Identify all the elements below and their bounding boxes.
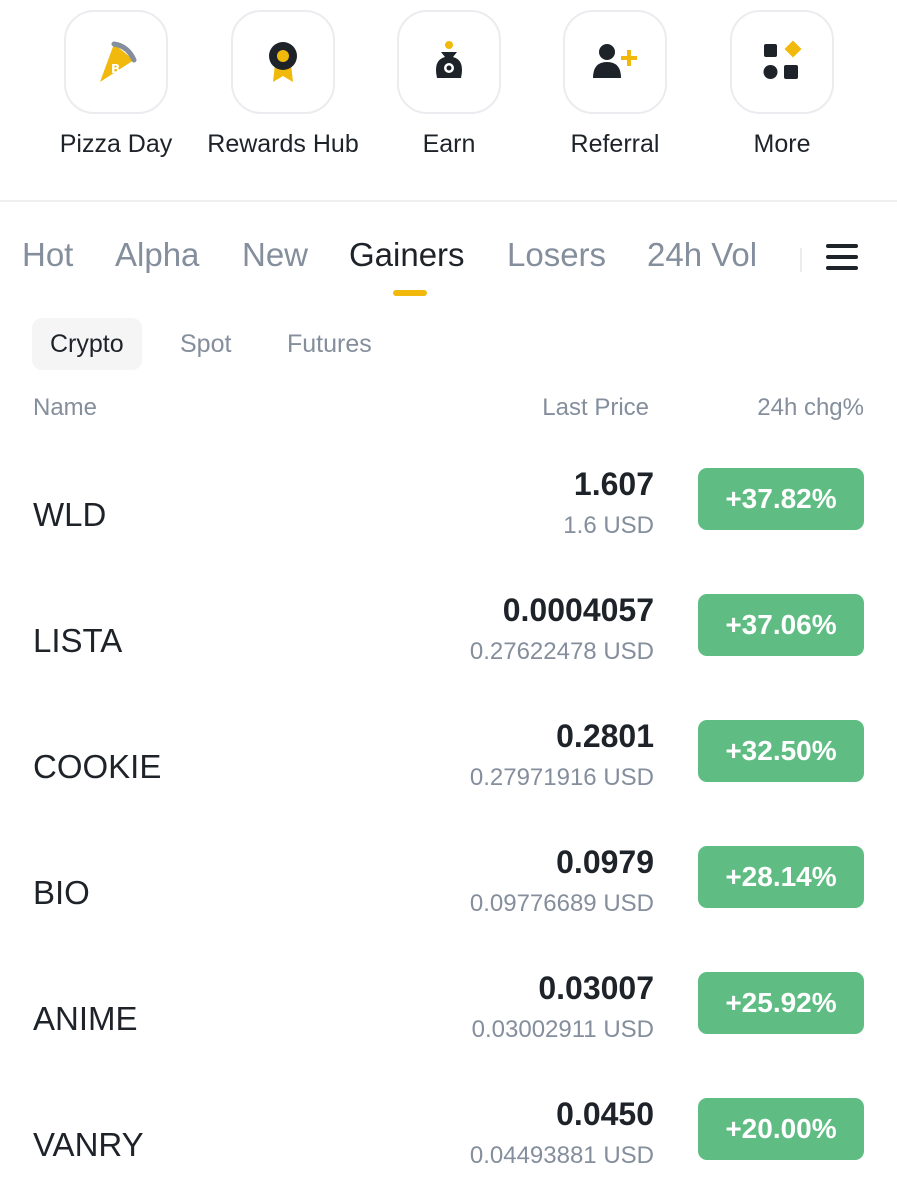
shortcut-label: Referral: [570, 130, 660, 158]
subtab-spot[interactable]: Spot: [162, 318, 249, 370]
tab-hot[interactable]: Hot: [22, 236, 73, 274]
market-row[interactable]: COOKIE 0.2801 0.27971916 USD +32.50%: [0, 716, 897, 842]
tab-new[interactable]: New: [242, 236, 308, 274]
shortcut-referral[interactable]: Referral: [532, 10, 698, 159]
section-divider: [0, 200, 897, 202]
grid-more-icon: [763, 40, 802, 79]
row-symbol: ANIME: [33, 1000, 138, 1037]
row-change-badge[interactable]: +20.00%: [698, 1098, 864, 1160]
shortcut-bar: B Pizza Day Rewards Hub Earn Referral Mo…: [0, 0, 897, 200]
pizza-slice-icon: B: [100, 41, 137, 82]
row-symbol: VANRY: [33, 1126, 144, 1163]
column-header-name[interactable]: Name: [33, 394, 97, 422]
row-usd-price: 1.6 USD: [563, 512, 654, 539]
row-price: 0.0450: [556, 1096, 654, 1132]
row-symbol: WLD: [33, 496, 107, 533]
row-price: 0.2801: [556, 718, 654, 754]
more-icon-box: [730, 10, 834, 114]
shortcut-pizza-day[interactable]: B Pizza Day: [33, 10, 199, 159]
row-symbol: BIO: [33, 874, 90, 911]
row-usd-price: 0.27622478 USD: [469, 638, 654, 665]
row-usd-price: 0.04493881 USD: [469, 1142, 654, 1169]
subtab-crypto[interactable]: Crypto: [32, 318, 142, 370]
row-change-badge[interactable]: +37.82%: [698, 468, 864, 530]
shortcut-label: Earn: [422, 130, 476, 158]
svg-text:B: B: [111, 62, 120, 76]
tab-losers[interactable]: Losers: [507, 236, 606, 274]
subtab-futures[interactable]: Futures: [269, 318, 390, 370]
referral-icon-box: [563, 10, 667, 114]
market-row[interactable]: VANRY 0.0450 0.04493881 USD +20.00%: [0, 1094, 897, 1200]
tab-24h-vol[interactable]: 24h Vol: [647, 236, 757, 274]
row-change-badge[interactable]: +28.14%: [698, 846, 864, 908]
money-bag-icon: [436, 41, 462, 78]
column-header-last-price[interactable]: Last Price: [542, 394, 649, 422]
pizza-day-icon-box: B: [64, 10, 168, 114]
column-header-24h-change[interactable]: 24h chg%: [757, 394, 864, 422]
menu-icon[interactable]: [826, 244, 858, 276]
row-price: 1.607: [573, 466, 654, 502]
row-usd-price: 0.09776689 USD: [469, 890, 654, 917]
row-symbol: LISTA: [33, 622, 123, 659]
market-row[interactable]: ANIME 0.03007 0.03002911 USD +25.92%: [0, 968, 897, 1094]
shortcut-label: Pizza Day: [59, 130, 173, 158]
row-price: 0.0004057: [502, 592, 654, 628]
shortcut-earn[interactable]: Earn: [366, 10, 532, 159]
market-row[interactable]: WLD 1.607 1.6 USD +37.82%: [0, 464, 897, 590]
row-change-badge[interactable]: +37.06%: [698, 594, 864, 656]
row-price: 0.0979: [556, 844, 654, 880]
shortcut-label: Rewards Hub: [207, 130, 359, 158]
medal-icon: [269, 42, 297, 82]
rewards-hub-icon-box: [231, 10, 335, 114]
market-tabs: Hot Alpha New Gainers Losers 24h Vol: [0, 230, 897, 300]
add-user-icon: [593, 44, 637, 78]
market-row[interactable]: LISTA 0.0004057 0.27622478 USD +37.06%: [0, 590, 897, 716]
row-change-badge[interactable]: +32.50%: [698, 720, 864, 782]
row-price: 0.03007: [538, 970, 654, 1006]
row-usd-price: 0.03002911 USD: [471, 1016, 654, 1043]
shortcut-label: More: [753, 130, 811, 158]
shortcut-rewards-hub[interactable]: Rewards Hub: [200, 10, 366, 159]
earn-icon-box: [397, 10, 501, 114]
row-symbol: COOKIE: [33, 748, 162, 785]
tab-alpha[interactable]: Alpha: [115, 236, 199, 274]
row-change-badge[interactable]: +25.92%: [698, 972, 864, 1034]
market-row[interactable]: BIO 0.0979 0.09776689 USD +28.14%: [0, 842, 897, 968]
tab-separator: [800, 248, 802, 272]
shortcut-more[interactable]: More: [699, 10, 865, 159]
tab-gainers[interactable]: Gainers: [349, 236, 465, 274]
row-usd-price: 0.27971916 USD: [469, 764, 654, 791]
active-tab-indicator: [393, 290, 427, 296]
